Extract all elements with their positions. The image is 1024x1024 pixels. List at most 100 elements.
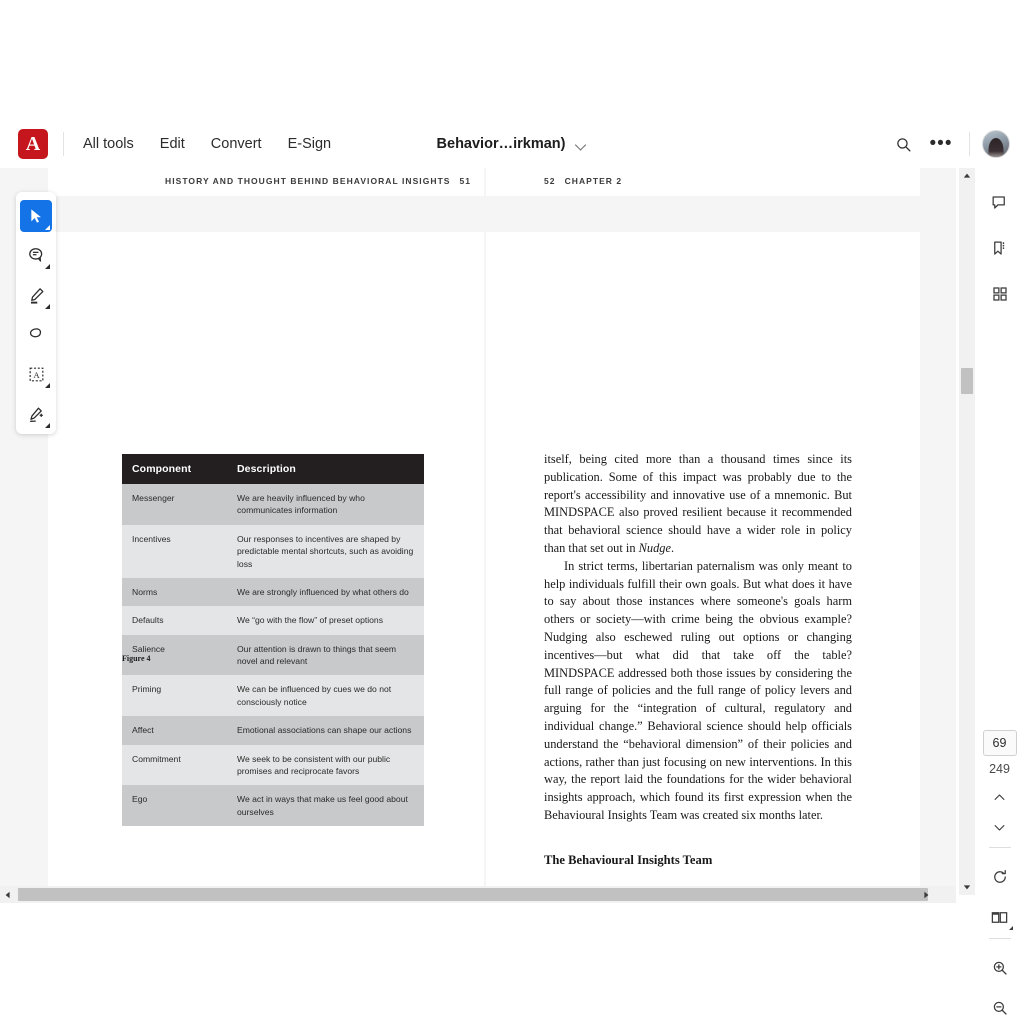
page-footer-52: 52 CHAPTER 2 (544, 176, 631, 186)
toolbar-right-group: ••• (887, 128, 1010, 160)
sidebar-separator (988, 847, 1011, 848)
cell-component: Priming (122, 675, 227, 717)
lasso-loop-icon (29, 328, 41, 338)
toolbar-divider-right (969, 132, 970, 156)
comment-tool[interactable] (20, 240, 52, 272)
menu-all-tools[interactable]: All tools (70, 129, 147, 159)
cell-description: We are heavily influenced by who communi… (227, 484, 424, 525)
top-toolbar: A All tools Edit Convert E-Sign Behavior… (0, 120, 1024, 168)
page-strip-top-left: HISTORY AND THOUGHT BEHIND BEHAVIORAL IN… (48, 168, 484, 196)
tool-expand-corner (45, 264, 50, 270)
cell-component: Defaults (122, 606, 227, 635)
toolbar-menu-group: All tools Edit Convert E-Sign (70, 129, 344, 159)
table-row: Affect Emotional associations can shape … (122, 716, 424, 745)
select-tool[interactable] (20, 200, 52, 232)
highlight-tool[interactable] (20, 279, 52, 311)
menu-convert[interactable]: Convert (198, 129, 275, 159)
horizontal-scroll-thumb[interactable] (18, 888, 928, 901)
textbox-tool[interactable]: A (20, 359, 52, 391)
cell-description: Emotional associations can shape our act… (227, 716, 424, 745)
horizontal-scrollbar[interactable] (0, 886, 956, 903)
document-viewport[interactable]: HISTORY AND THOUGHT BEHIND BEHAVIORAL IN… (0, 168, 956, 895)
scroll-right-arrow-icon[interactable] (918, 886, 934, 903)
page-number-input[interactable]: 69 (982, 730, 1017, 756)
menu-e-sign[interactable]: E-Sign (275, 129, 345, 159)
italic-nudge: Nudge (638, 540, 671, 555)
more-options-icon[interactable]: ••• (925, 128, 957, 160)
cell-description: We seek to be consistent with our public… (227, 744, 424, 786)
scroll-down-arrow-icon[interactable] (959, 879, 975, 895)
vertical-scrollbar[interactable] (959, 168, 975, 895)
rotate-clockwise-icon (993, 869, 1006, 883)
table-row: Commitment We seek to be consistent with… (122, 744, 424, 786)
page-strip-top-right: 52 CHAPTER 2 (486, 168, 920, 196)
thumbnails-panel-button[interactable] (984, 278, 1016, 310)
footer-running-head: HISTORY AND THOUGHT BEHIND BEHAVIORAL IN… (165, 176, 451, 186)
adobe-acrobat-logo-icon[interactable]: A (18, 129, 48, 159)
acrobat-a-glyph: A (25, 133, 41, 155)
zoom-in-icon (993, 961, 1007, 975)
previous-page-button[interactable] (985, 782, 1015, 812)
chevron-down-icon[interactable] (574, 138, 587, 151)
left-tool-rail: A (16, 192, 56, 434)
table-row: Defaults We “go with the flow” of preset… (122, 606, 424, 635)
zoom-in-button[interactable] (984, 952, 1016, 984)
document-title: Behavior…irkman) (436, 136, 566, 152)
tool-expand-corner (45, 383, 50, 389)
scroll-left-arrow-icon[interactable] (0, 886, 16, 903)
cell-description: We can be influenced by cues we do not c… (227, 675, 424, 717)
table-row: Incentives Our responses to incentives a… (122, 524, 424, 578)
cell-component: Affect (122, 716, 227, 745)
tool-expand-corner (45, 224, 50, 230)
menu-edit[interactable]: Edit (147, 129, 198, 159)
paragraph-1-text: itself, being cited more than a thousand… (544, 452, 852, 555)
cell-component: Messenger (122, 484, 227, 525)
column-header-description: Description (227, 454, 424, 484)
table-row: Ego We act in ways that make us feel goo… (122, 785, 424, 826)
toolbar-divider (63, 132, 64, 156)
table-row: Priming We can be influenced by cues we … (122, 675, 424, 717)
vertical-scroll-thumb[interactable] (961, 368, 973, 394)
next-page-button[interactable] (985, 812, 1015, 842)
cell-description: We “go with the flow” of preset options (227, 606, 424, 635)
table-row: Norms We are strongly influenced by what… (122, 577, 424, 607)
signature-tool[interactable] (20, 398, 52, 430)
chevron-up-icon (994, 793, 1005, 800)
search-icon[interactable] (887, 128, 919, 160)
grid-thumbnails-icon (992, 287, 1007, 301)
sidebar-separator-2 (988, 938, 1011, 939)
figure-caption: Figure 4 (122, 654, 151, 663)
paragraph-1: itself, being cited more than a thousand… (544, 451, 852, 558)
page-view-button[interactable] (984, 901, 1016, 933)
right-sidebar: 69 249 (975, 168, 1024, 1024)
user-avatar[interactable] (982, 130, 1010, 158)
highlighter-pen-icon (30, 287, 43, 304)
draw-tool[interactable] (20, 319, 52, 351)
bookmark-icon (994, 241, 1005, 255)
cell-description: We act in ways that make us feel good ab… (227, 785, 424, 826)
total-pages-label: 249 (989, 762, 1010, 776)
fill-and-sign-icon (29, 407, 43, 422)
page-footer-51: HISTORY AND THOUGHT BEHIND BEHAVIORAL IN… (165, 176, 480, 186)
comments-panel-button[interactable] (984, 186, 1016, 218)
section-heading: The Behavioural Insights Team (544, 852, 713, 867)
scroll-up-arrow-icon[interactable] (959, 168, 975, 184)
table-body: Messenger We are heavily influenced by w… (122, 484, 424, 826)
acrobat-window: A All tools Edit Convert E-Sign Behavior… (0, 0, 1024, 1024)
zoom-out-icon (993, 1001, 1007, 1015)
svg-text:A: A (33, 370, 40, 380)
two-page-view-icon (991, 911, 1008, 923)
paragraph-2: In strict terms, libertarian paternalism… (544, 558, 852, 822)
zoom-out-button[interactable] (984, 992, 1016, 1024)
cell-component: Norms (122, 577, 227, 607)
column-header-component: Component (122, 454, 227, 484)
page-54[interactable]: itself, being cited more than a thousand… (486, 232, 920, 895)
bookmarks-panel-button[interactable] (984, 232, 1016, 264)
add-text-box-icon: A (29, 367, 43, 382)
comment-bubble-icon (992, 195, 1005, 209)
cursor-arrow-icon (31, 209, 41, 223)
tool-expand-corner (45, 423, 50, 429)
rotate-button[interactable] (984, 861, 1016, 893)
page-53[interactable]: Component Description Messenger We are h… (48, 232, 484, 895)
cell-component: Ego (122, 785, 227, 826)
